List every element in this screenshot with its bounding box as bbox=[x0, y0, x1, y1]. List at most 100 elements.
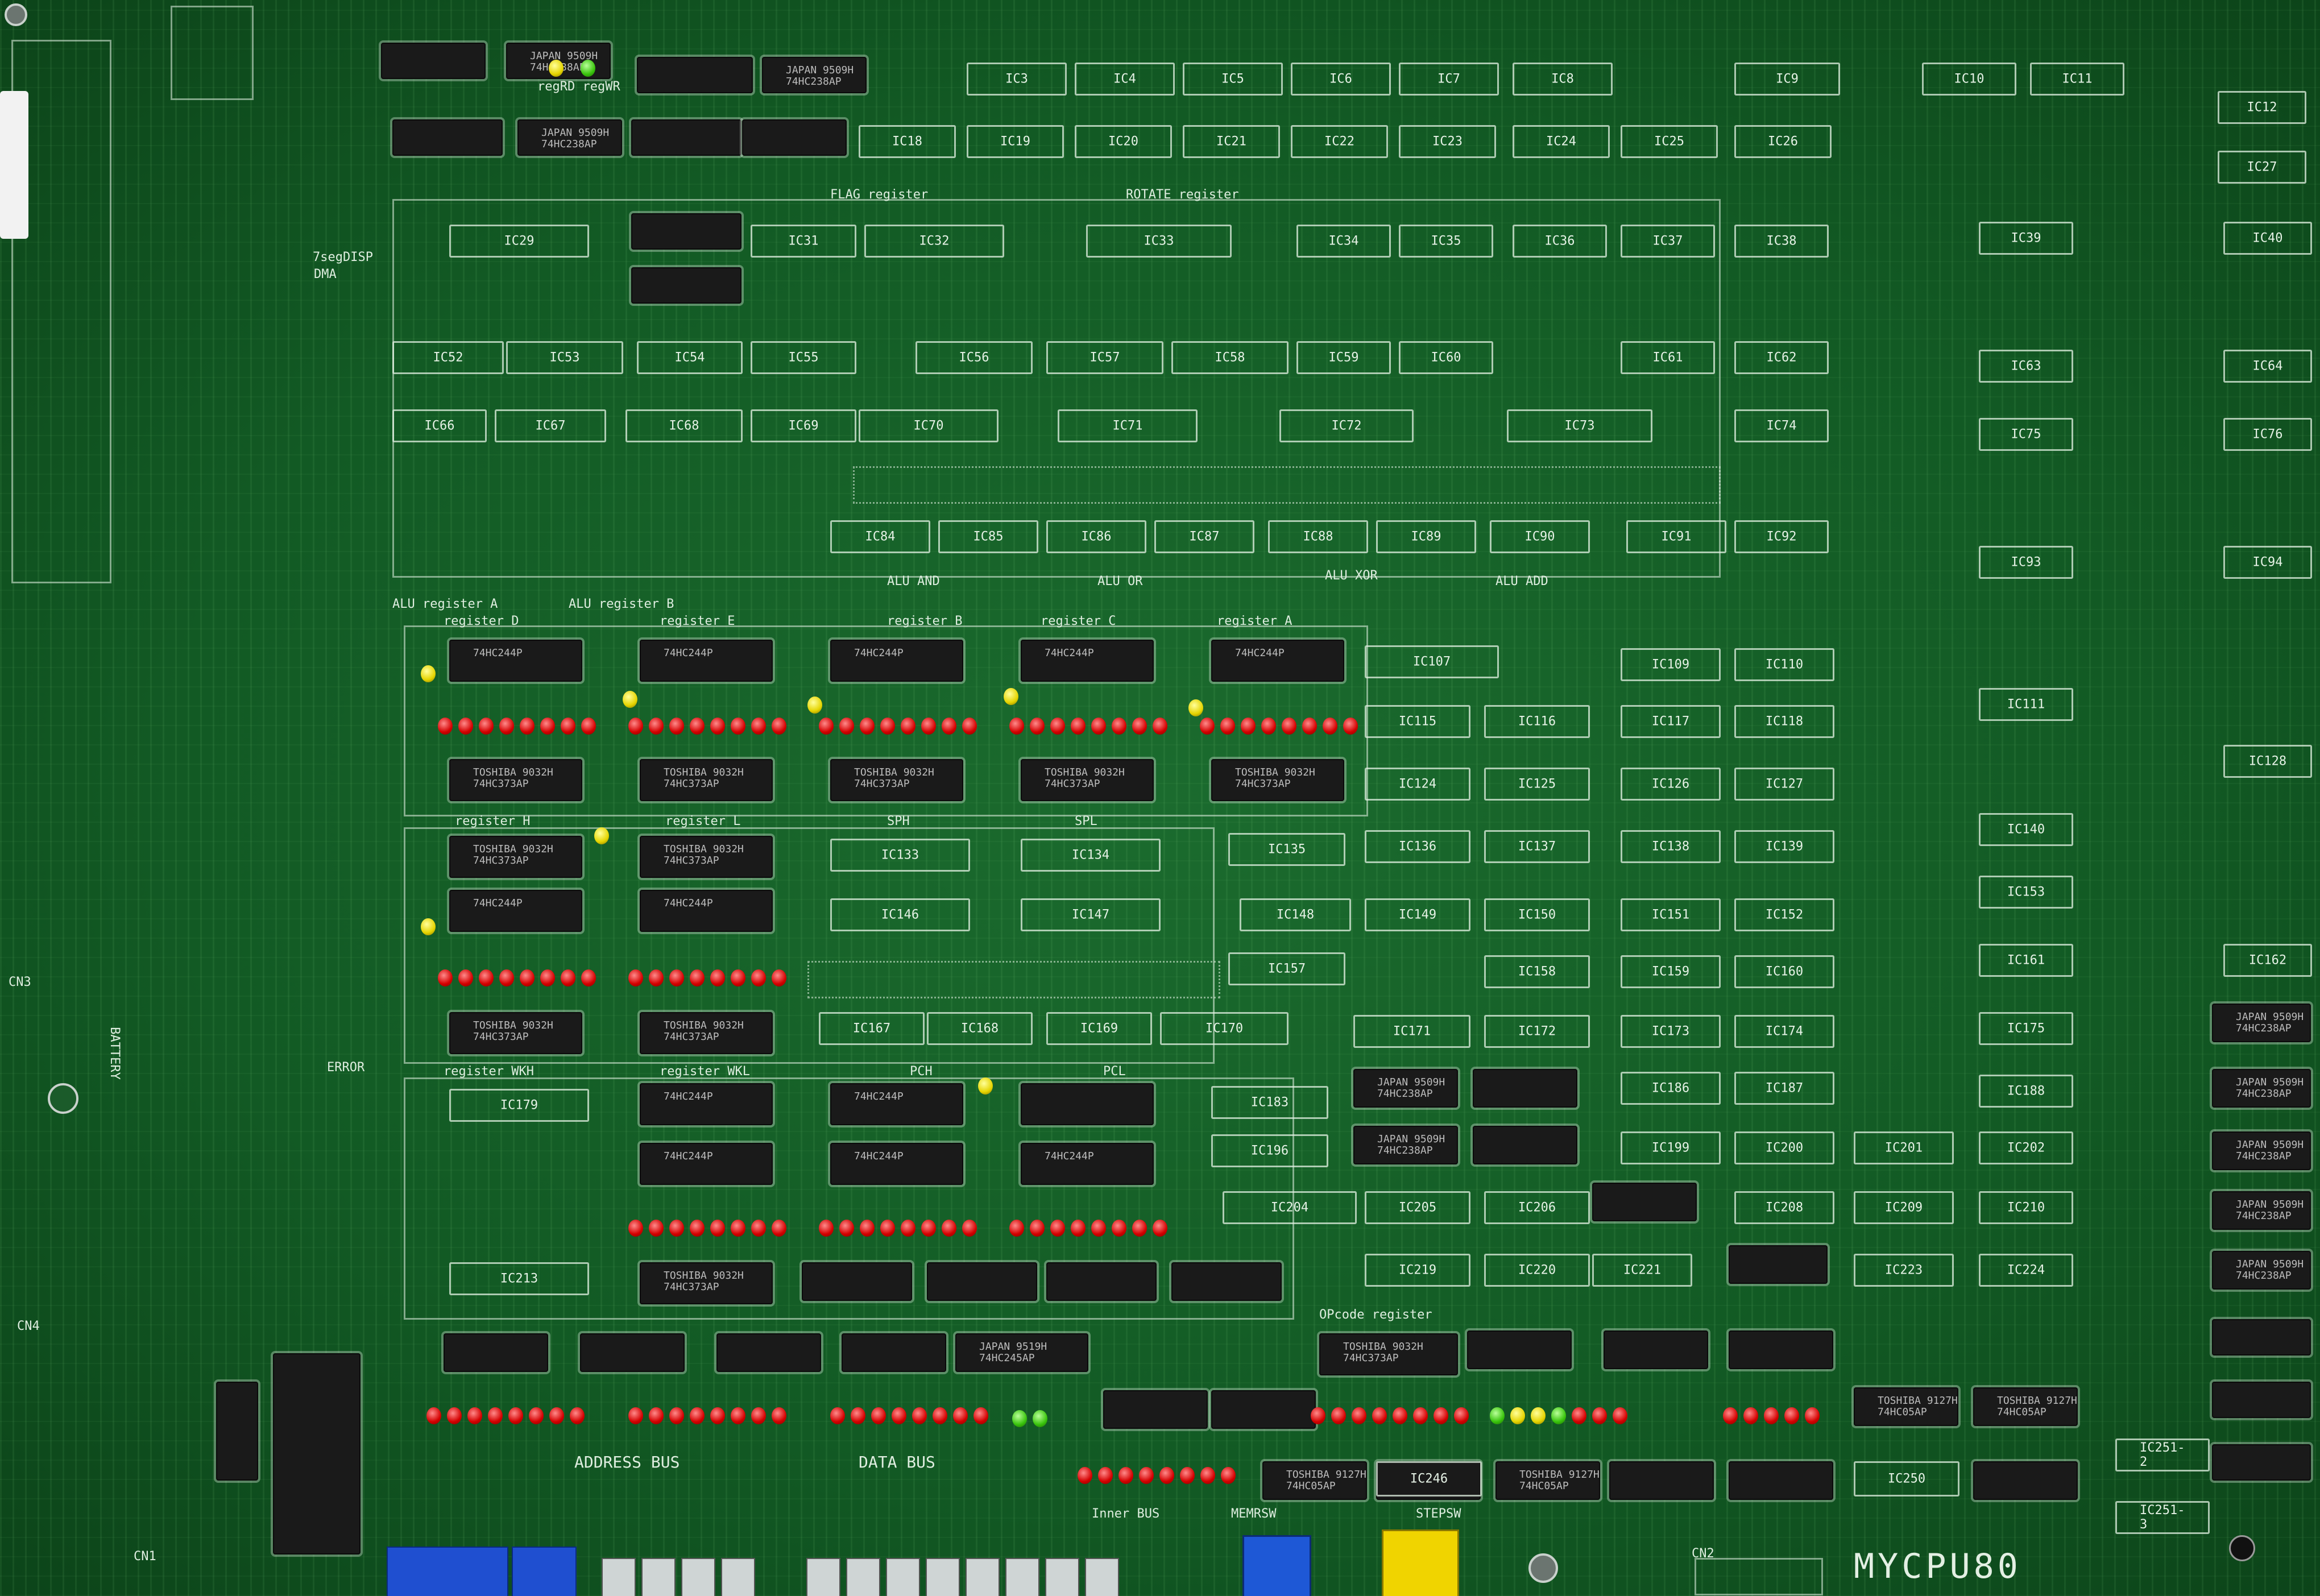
ic-chip bbox=[637, 57, 753, 93]
ic-chip-hc238: JAPAN 9509H 74HC238AP bbox=[2212, 1251, 2311, 1290]
seven-seg-label: 7segDISP bbox=[313, 250, 373, 264]
pcb-board: JAPAN 9509H 74HC238AP JAPAN 9509H 74HC23… bbox=[0, 0, 2320, 1596]
ic-chip-hc238: JAPAN 9509H 74HC238AP bbox=[2212, 1004, 2311, 1042]
ic-chip bbox=[1609, 1461, 1714, 1500]
ic-chip bbox=[381, 43, 486, 79]
ic-outline: IC162 bbox=[2223, 944, 2312, 977]
inner-bus-leds bbox=[1078, 1467, 1236, 1484]
chip-mark: JAPAN 9509H 74HC238AP bbox=[786, 64, 854, 88]
ic-chip-hc238: JAPAN 9509H 74HC238AP bbox=[762, 57, 867, 93]
ic-chip-hc373: TOSHIBA 9032H 74HC373AP bbox=[640, 836, 773, 878]
ic-outline: IC21 bbox=[1183, 125, 1280, 158]
ic-outline: IC187 bbox=[1734, 1072, 1834, 1105]
opcode-register-label: OPcode register bbox=[1319, 1308, 1432, 1322]
register-b-label: register B bbox=[887, 614, 963, 628]
ic-outline: IC38 bbox=[1734, 225, 1829, 258]
toggle-switch[interactable] bbox=[806, 1558, 840, 1596]
reset-button[interactable] bbox=[2229, 1535, 2255, 1561]
ic-outline: IC209 bbox=[1854, 1191, 1954, 1224]
ic-outline: IC205 bbox=[1365, 1191, 1470, 1224]
ic-chip-hc373: TOSHIBA 9032H 74HC373AP bbox=[449, 836, 582, 878]
memrsw-button[interactable] bbox=[1242, 1535, 1311, 1596]
address-bus-leds-1 bbox=[426, 1407, 585, 1424]
ic-outline: IC206 bbox=[1484, 1191, 1590, 1224]
toggle-switch[interactable] bbox=[926, 1558, 960, 1596]
ic-outline: IC219 bbox=[1365, 1254, 1470, 1287]
toggle-switch[interactable] bbox=[641, 1558, 676, 1596]
battery-label: BATTERY bbox=[107, 1027, 122, 1080]
address-bus-leds-2 bbox=[628, 1407, 786, 1424]
status-led bbox=[1004, 688, 1018, 705]
ic-outline: IC134 bbox=[1021, 839, 1161, 872]
ic-outline: IC133 bbox=[830, 839, 970, 872]
inner-bus-label: Inner BUS bbox=[1092, 1507, 1160, 1521]
toggle-switch[interactable] bbox=[966, 1558, 1000, 1596]
ic-outline: IC19 bbox=[967, 125, 1064, 158]
address-bus-label: ADDRESS BUS bbox=[574, 1453, 680, 1471]
ic-outline: IC27 bbox=[2218, 151, 2306, 184]
ic-chip bbox=[1211, 1390, 1316, 1429]
ic-outline: IC173 bbox=[1621, 1015, 1721, 1048]
register-c-label: register C bbox=[1041, 614, 1116, 628]
mounting-hole bbox=[48, 1083, 78, 1114]
ic-chip-hc245: JAPAN 9519H 74HC245AP bbox=[955, 1333, 1088, 1372]
dip-switch[interactable] bbox=[512, 1547, 577, 1596]
ic-outline: IC53 bbox=[506, 341, 623, 374]
toggle-switch[interactable] bbox=[721, 1558, 755, 1596]
stepsw-button[interactable] bbox=[1382, 1529, 1459, 1596]
ic-outline: IC70 bbox=[859, 409, 999, 442]
ic-chip-hc373: TOSHIBA 9032H 74HC373AP bbox=[449, 1012, 582, 1054]
ic-chip bbox=[580, 1333, 685, 1372]
ic-chip bbox=[216, 1382, 258, 1481]
ic-outline: IC147 bbox=[1021, 898, 1161, 931]
ic-outline: IC170 bbox=[1160, 1012, 1289, 1045]
register-wkl-leds bbox=[628, 1220, 786, 1237]
spl-label: SPL bbox=[1075, 814, 1097, 828]
ic-chip-hc238: JAPAN 9509H 74HC238AP bbox=[1353, 1069, 1458, 1108]
chip-mark: JAPAN 9509H 74HC238AP bbox=[541, 127, 610, 150]
ic-outline: IC90 bbox=[1490, 520, 1590, 553]
ic-outline: IC22 bbox=[1291, 125, 1388, 158]
ic-chip-hc238: JAPAN 9509H 74HC238AP bbox=[2212, 1191, 2311, 1230]
ic-outline: IC89 bbox=[1376, 520, 1476, 553]
ic-outline: IC8 bbox=[1513, 63, 1613, 96]
ic-outline: IC37 bbox=[1621, 225, 1715, 258]
ic-outline: IC149 bbox=[1365, 898, 1470, 931]
toggle-switch[interactable] bbox=[681, 1558, 715, 1596]
ic-outline: IC24 bbox=[1513, 125, 1610, 158]
ic-chip-hc244: 74HC244P bbox=[640, 640, 773, 682]
alu-register-b-label: ALU register B bbox=[569, 597, 674, 611]
ic-outline: IC208 bbox=[1734, 1191, 1834, 1224]
ic-chip bbox=[1729, 1461, 1833, 1500]
register-l-leds bbox=[628, 969, 786, 986]
ic-outline: IC67 bbox=[495, 409, 606, 442]
ic-chip bbox=[631, 119, 741, 156]
toggle-switch[interactable] bbox=[1045, 1558, 1079, 1596]
toggle-switch[interactable] bbox=[846, 1558, 880, 1596]
ic-outline: IC91 bbox=[1626, 520, 1726, 553]
ic-chip-hc238: JAPAN 9509H 74HC238AP bbox=[2212, 1131, 2311, 1170]
ic-outline: IC116 bbox=[1484, 705, 1590, 738]
status-led bbox=[807, 697, 822, 714]
ic-chip bbox=[1171, 1262, 1282, 1301]
toggle-switch[interactable] bbox=[886, 1558, 920, 1596]
dip-switch[interactable] bbox=[387, 1547, 508, 1596]
ic-chip bbox=[1592, 1183, 1697, 1221]
ic-outline: IC84 bbox=[830, 520, 930, 553]
ic-outline: IC125 bbox=[1484, 768, 1590, 801]
ic-outline: IC76 bbox=[2223, 418, 2312, 451]
connector-cn2 bbox=[1695, 1558, 1823, 1595]
ram-chip bbox=[273, 1353, 361, 1554]
rotate-register-label: ROTATE register bbox=[1126, 188, 1239, 202]
status-leds bbox=[1490, 1407, 1627, 1424]
ic-chip-hc244: 74HC244P bbox=[449, 640, 582, 682]
toggle-switch[interactable] bbox=[1085, 1558, 1119, 1596]
status-led bbox=[421, 918, 436, 935]
stepsw-label: STEPSW bbox=[1416, 1507, 1461, 1521]
ic-outline: IC139 bbox=[1734, 830, 1834, 863]
ic-outline: IC39 bbox=[1979, 222, 2073, 255]
toggle-switch[interactable] bbox=[602, 1558, 636, 1596]
ic-outline: IC63 bbox=[1979, 350, 2073, 383]
toggle-switch[interactable] bbox=[1005, 1558, 1039, 1596]
ic-outline: IC110 bbox=[1734, 648, 1834, 681]
